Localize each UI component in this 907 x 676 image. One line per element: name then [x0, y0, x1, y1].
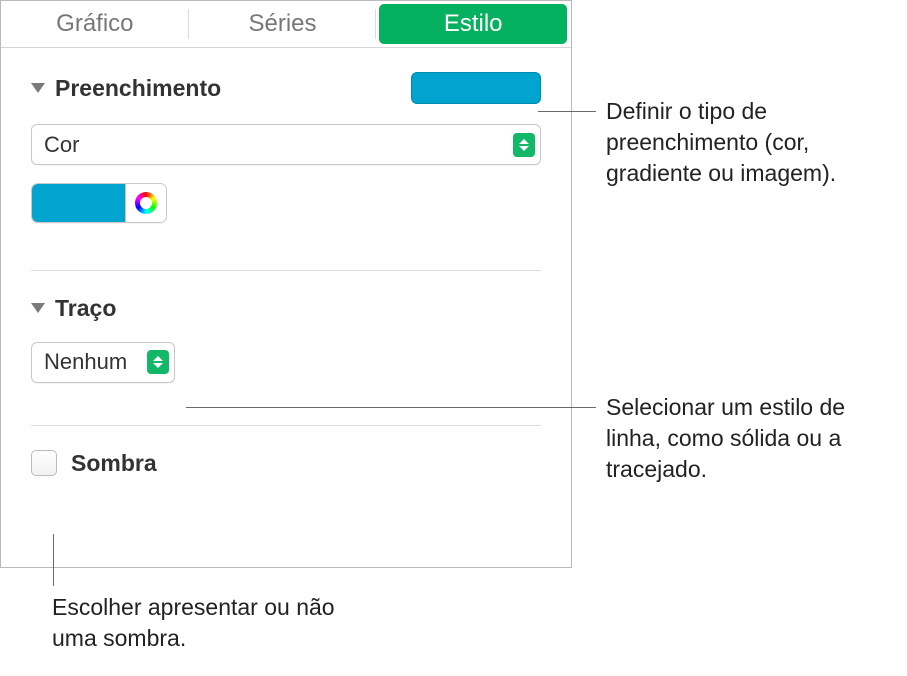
shadow-section: Sombra — [1, 426, 571, 501]
fill-disclosure[interactable]: Preenchimento — [31, 75, 221, 102]
stroke-section: Traço Nenhum — [1, 271, 571, 401]
callout-fill: Definir o tipo de preenchimento (cor, gr… — [606, 96, 896, 189]
tab-chart[interactable]: Gráfico — [1, 1, 189, 47]
fill-color-picker — [31, 183, 167, 223]
tab-style[interactable]: Estilo — [379, 4, 567, 44]
fill-section: Preenchimento Cor — [1, 48, 571, 246]
color-wheel-icon — [135, 192, 157, 214]
tab-series[interactable]: Séries — [189, 1, 377, 47]
callout-stroke: Selecionar um estilo de linha, como sóli… — [606, 392, 896, 485]
chevron-down-icon — [31, 303, 45, 313]
callout-leader — [538, 111, 596, 112]
fill-type-select-value: Cor — [44, 132, 79, 158]
fill-color-well[interactable] — [32, 184, 126, 222]
stroke-disclosure[interactable]: Traço — [31, 295, 116, 322]
popup-arrows-icon — [513, 133, 535, 157]
stroke-style-select[interactable]: Nenhum — [31, 342, 175, 383]
shadow-label: Sombra — [71, 450, 157, 477]
popup-arrows-icon — [147, 350, 169, 374]
chevron-down-icon — [31, 83, 45, 93]
callout-leader — [53, 534, 54, 586]
fill-type-select[interactable]: Cor — [31, 124, 541, 165]
stroke-title: Traço — [55, 295, 116, 322]
color-wheel-button[interactable] — [126, 184, 166, 222]
shadow-checkbox[interactable] — [31, 450, 57, 476]
callout-leader — [186, 407, 596, 408]
fill-section-header: Preenchimento — [31, 72, 541, 104]
stroke-style-select-value: Nenhum — [44, 349, 127, 375]
style-inspector-panel: Gráfico Séries Estilo Preenchimento Cor — [0, 0, 572, 568]
fill-color-swatch[interactable] — [411, 72, 541, 104]
callout-shadow: Escolher apresentar ou não uma sombra. — [52, 592, 352, 654]
inspector-tabs: Gráfico Séries Estilo — [1, 1, 571, 48]
fill-title: Preenchimento — [55, 75, 221, 102]
